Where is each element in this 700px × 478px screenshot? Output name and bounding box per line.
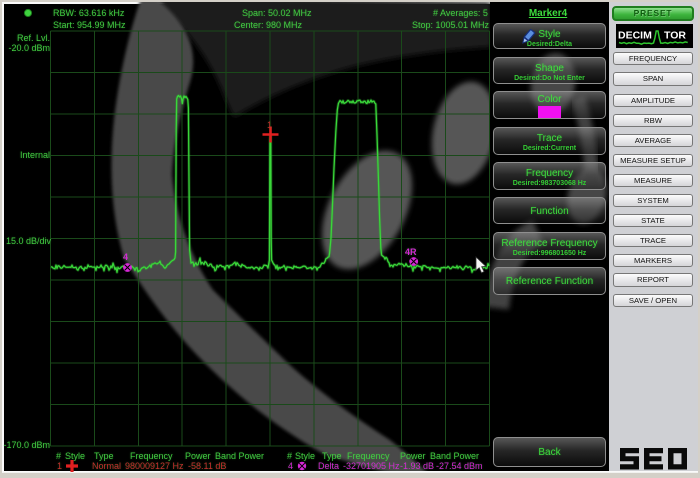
svg-text:DECIM: DECIM [618,30,652,42]
svg-text:TOR: TOR [664,30,686,42]
